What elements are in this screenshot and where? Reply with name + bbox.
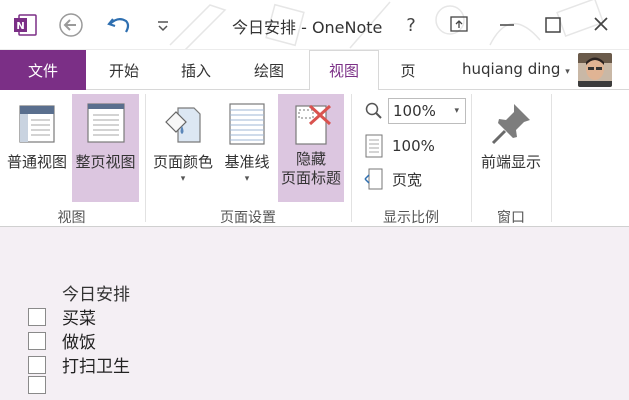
view-group-label: 视图 — [57, 210, 86, 226]
group-divider — [551, 94, 552, 222]
chevron-down-icon: ▾ — [565, 67, 570, 77]
chevron-down-icon: ▾ — [454, 106, 459, 116]
todo-text[interactable]: 买菜 — [62, 304, 96, 329]
ribbon-display-options-icon[interactable] — [441, 8, 477, 42]
normal-view-button[interactable]: 普通视图 — [4, 94, 70, 202]
tab-file[interactable]: 文件 — [0, 50, 86, 90]
todo-text[interactable]: 做饭 — [62, 328, 96, 353]
back-icon[interactable] — [56, 10, 86, 40]
svg-text:N: N — [16, 21, 24, 32]
full-page-view-button[interactable]: 整页视图 — [72, 94, 139, 202]
normal-view-label: 普通视图 — [6, 153, 67, 171]
full-page-view-icon — [86, 103, 125, 143]
ribbon: 普通视图 整页视图 视图 页面颜色 ▾ 基准线 ▾ 隐藏 页面标题 页面设置 1… — [0, 90, 629, 227]
todo-checkbox[interactable] — [28, 307, 46, 326]
magnifier-icon — [365, 102, 382, 119]
window-title: 今日安排 - OneNote — [232, 18, 383, 37]
chevron-down-icon: ▾ — [244, 174, 250, 184]
zoom-100-label: 100% — [392, 137, 435, 155]
tab-view[interactable]: 视图 — [309, 50, 379, 91]
tab-home[interactable]: 开始 — [94, 50, 154, 90]
pin-icon — [491, 104, 530, 145]
todo-checkbox[interactable] — [28, 331, 46, 350]
todo-item: 打扫卫生 — [28, 352, 130, 377]
page-width-icon — [364, 168, 383, 190]
user-name: huqiang ding — [462, 60, 561, 78]
todo-item: 买菜 — [28, 304, 96, 329]
chevron-down-icon: ▾ — [180, 174, 186, 184]
todo-item: 做饭 — [28, 328, 96, 353]
group-divider — [471, 94, 472, 222]
avatar[interactable] — [578, 53, 612, 87]
hide-page-title-icon — [295, 104, 332, 145]
todo-item — [28, 376, 62, 394]
todo-text[interactable]: 打扫卫生 — [62, 352, 130, 377]
hide-page-title-label-line1: 隐藏 — [295, 150, 326, 168]
hide-page-title-button[interactable]: 隐藏 页面标题 — [278, 94, 344, 202]
zoom-group-label: 显示比例 — [383, 210, 439, 226]
rule-lines-button[interactable]: 基准线 ▾ — [218, 94, 276, 202]
close-icon[interactable] — [583, 8, 619, 42]
onenote-logo-icon: N — [14, 14, 37, 36]
tab-page[interactable]: 页 — [386, 50, 430, 90]
hide-page-title-label-line2: 页面标题 — [280, 169, 341, 187]
maximize-icon[interactable] — [535, 8, 571, 42]
note-page[interactable]: 今日安排 买菜 做饭 打扫卫生 — [0, 227, 629, 400]
title-bar: N 今日安排 - OneNote ? — [0, 0, 629, 50]
customize-quick-access-icon[interactable] — [148, 10, 178, 40]
page-color-icon — [165, 107, 201, 143]
always-on-top-label: 前端显示 — [480, 153, 541, 171]
tab-insert[interactable]: 插入 — [166, 50, 226, 90]
ribbon-tab-row: 文件 开始 插入 绘图 视图 页 huqiang ding ▾ — [0, 50, 629, 91]
todo-checkbox[interactable] — [28, 355, 46, 374]
group-divider — [145, 94, 146, 222]
page-width-button[interactable]: 页宽 — [364, 168, 422, 190]
window-group-label: 窗口 — [497, 210, 525, 226]
full-page-view-label: 整页视图 — [75, 153, 136, 171]
normal-view-icon — [19, 105, 55, 143]
always-on-top-button[interactable]: 前端显示 — [476, 94, 546, 202]
todo-checkbox[interactable] — [28, 376, 46, 394]
undo-icon[interactable] — [104, 10, 134, 40]
zoom-100-button[interactable]: 100% — [364, 134, 435, 158]
rule-lines-label: 基准线 — [224, 153, 270, 171]
page-color-label: 页面颜色 — [152, 153, 213, 171]
user-account-menu[interactable]: huqiang ding ▾ — [462, 60, 570, 78]
page-color-button[interactable]: 页面颜色 ▾ — [150, 94, 216, 202]
tab-draw[interactable]: 绘图 — [239, 50, 299, 90]
hide-page-title-label: 隐藏 页面标题 — [281, 150, 341, 188]
zoom-level-value: 100% — [393, 102, 436, 120]
page-width-label: 页宽 — [392, 170, 423, 189]
minimize-icon[interactable] — [489, 8, 525, 42]
page-setup-group-label: 页面设置 — [220, 210, 276, 226]
group-divider — [351, 94, 352, 222]
zoom-level-select[interactable]: 100% ▾ — [388, 98, 466, 124]
help-button[interactable]: ? — [393, 8, 429, 42]
page-title[interactable]: 今日安排 — [62, 280, 130, 305]
rule-lines-icon — [229, 103, 265, 145]
page-100-icon — [365, 134, 383, 158]
zoom-control: 100% ▾ — [364, 98, 466, 124]
